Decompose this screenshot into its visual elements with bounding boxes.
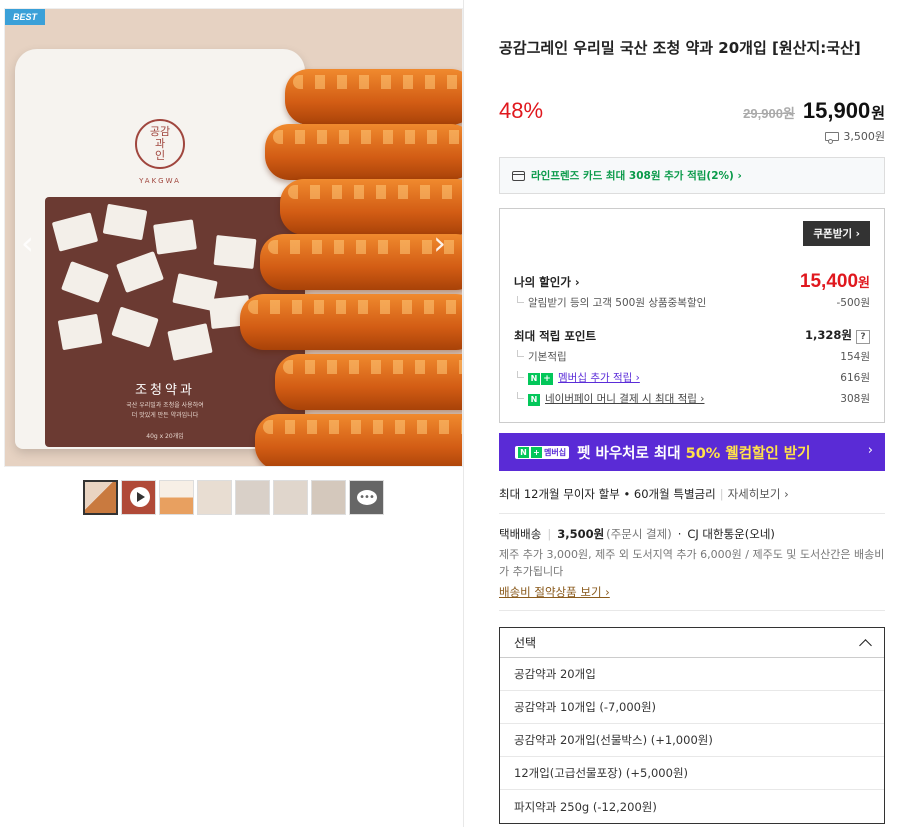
benefit-box: 쿠폰받기 › 나의 할인가 › 15,400원 알림받기 등의 고객 500원 …	[499, 208, 885, 423]
alert-discount-value: -500원	[836, 297, 871, 309]
thumbnail-1[interactable]	[83, 480, 118, 515]
chevron-right-icon: ›	[867, 443, 873, 458]
divider	[499, 513, 885, 514]
shipping-fee-summary: 3,500원	[825, 128, 885, 144]
shipping-fee-text: 3,500원	[843, 130, 885, 143]
naver-n-icon: N	[528, 373, 540, 385]
option-select-header[interactable]: 선택	[500, 628, 884, 658]
promo-text-highlight: 50% 웰컴할인 받기	[685, 445, 811, 462]
option-item[interactable]: 공감약과 10개입 (-7,000원)	[500, 691, 884, 724]
membership-point-row: N + 멤버십 추가 적립 ›	[514, 370, 640, 385]
sale-price: 15,900원	[803, 98, 885, 124]
npay-point-link[interactable]: 네이버페이 머니 결제 시 최대 적립 ›	[545, 393, 704, 405]
option-item[interactable]: 공감약과 20개입	[500, 658, 884, 691]
price-block: 29,900원 15,900원	[743, 98, 885, 124]
max-point-label: 최대 적립 포인트	[514, 328, 597, 343]
membership-tag: N + 멤버십	[515, 445, 570, 459]
thumbnail-video[interactable]	[121, 480, 156, 515]
membership-tag-text: 멤버십	[544, 447, 567, 457]
pet-voucher-promo-banner[interactable]: N + 멤버십 펫 바우처로 최대 50% 웰컴할인 받기 ›	[499, 433, 885, 471]
promo-text-main: 펫 바우처로 최대	[577, 445, 686, 462]
yakgwa-cookie-stack-image	[235, 69, 462, 466]
thumbnail-7[interactable]	[311, 480, 346, 515]
thumbnail-strip: •••	[83, 480, 384, 515]
credit-card-icon	[512, 170, 525, 181]
shipping-fee: 3,500원	[557, 527, 605, 541]
sale-price-unit: 원	[871, 105, 885, 122]
alert-discount-label: 알림받기 등의 고객 500원 상품중복할인	[514, 295, 706, 310]
sale-price-number: 15,900	[802, 98, 871, 123]
membership-point-link[interactable]: 멤버십 추가 적립 ›	[558, 372, 640, 384]
my-price-link[interactable]: 나의 할인가 ›	[514, 274, 580, 290]
option-item[interactable]: 공감약과 20개입(선물박스) (+1,000원)	[500, 724, 884, 757]
product-main-image[interactable]: BEST 공감 과 인 YAKGWA 조청약과 국산 우리밀과 조청을 사용하여…	[4, 8, 463, 467]
chat-more-icon: •••	[356, 490, 377, 505]
npay-point-value: 308원	[840, 393, 870, 405]
chevron-left-icon[interactable]: ‹	[21, 224, 34, 262]
membership-point-value: 616원	[840, 372, 870, 384]
original-price: 29,900원	[743, 106, 795, 121]
truck-icon	[825, 131, 840, 144]
installment-info: 최대 12개월 무이자 할부 • 60개월 특별금리 | 자세히보기 ›	[499, 487, 789, 501]
shipping-method: 택배배송	[499, 527, 542, 541]
option-select-label: 선택	[514, 636, 537, 650]
column-divider	[463, 0, 464, 827]
help-icon[interactable]: ?	[856, 330, 870, 344]
pouch-logo-text: 공감 과 인	[149, 124, 171, 163]
shipping-summary-line: 택배배송 | 3,500원 (주문시 결제) · CJ 대한통운(오네)	[499, 527, 775, 541]
basic-point-value: 154원	[840, 351, 870, 363]
divider	[499, 610, 885, 611]
thumbnail-6[interactable]	[273, 480, 308, 515]
thumbnail-5[interactable]	[235, 480, 270, 515]
best-badge: BEST	[5, 9, 46, 25]
plus-icon: +	[541, 373, 553, 385]
option-item[interactable]: 12개입(고급선물포장) (+5,000원)	[500, 757, 884, 790]
thumbnail-more[interactable]: •••	[349, 480, 384, 515]
option-item[interactable]: 파지약과 250g (-12,200원)	[500, 790, 884, 823]
shipping-info: 택배배송 | 3,500원 (주문시 결제) · CJ 대한통운(오네) 제주 추…	[499, 526, 885, 600]
coupon-button[interactable]: 쿠폰받기 ›	[803, 221, 870, 246]
shipping-carrier: CJ 대한통운(오네)	[687, 527, 775, 541]
play-icon	[130, 487, 150, 507]
my-price: 15,400원	[800, 271, 870, 293]
plus-icon: +	[531, 446, 542, 458]
my-price-unit: 원	[858, 275, 870, 290]
promo-text: 펫 바우처로 최대 50% 웰컴할인 받기	[577, 442, 810, 463]
discount-rate: 48%	[499, 98, 544, 123]
naver-n-icon: N	[518, 446, 529, 458]
npay-point-row: N 네이버페이 머니 결제 시 최대 적립 ›	[514, 391, 704, 406]
shipping-saving-link[interactable]: 배송비 절약상품 보기 ›	[499, 584, 610, 600]
shipping-description: 제주 추가 3,000원, 제주 외 도서지역 추가 6,000원 / 제주도 …	[499, 548, 885, 578]
installment-text: 최대 12개월 무이자 할부 • 60개월 특별금리	[499, 487, 716, 501]
chevron-up-icon	[859, 638, 872, 652]
max-point-number: 1,328원	[805, 328, 852, 342]
naverpay-icon: N	[528, 394, 540, 406]
card-benefit-text: 라인프렌즈 카드 최대 308원 추가 적립(2%) ›	[531, 170, 742, 182]
max-point-value: 1,328원?	[805, 327, 870, 344]
card-benefit-banner[interactable]: 라인프렌즈 카드 최대 308원 추가 적립(2%) ›	[499, 157, 885, 194]
pouch-brand-text: YAKGWA	[139, 177, 181, 185]
installment-detail-link[interactable]: 자세히보기 ›	[728, 487, 789, 501]
my-price-number: 15,400	[799, 271, 859, 292]
product-title: 공감그레인 우리밀 국산 조청 약과 20개입 [원산지:국산]	[499, 39, 861, 57]
basic-point-label: 기본적립	[514, 349, 567, 364]
option-select[interactable]: 선택 공감약과 20개입 공감약과 10개입 (-7,000원) 공감약과 20…	[499, 627, 885, 824]
thumbnail-3[interactable]	[159, 480, 194, 515]
brand-logo-icon: 공감 과 인	[135, 119, 185, 169]
chevron-right-icon[interactable]: ›	[433, 224, 446, 262]
thumbnail-4[interactable]	[197, 480, 232, 515]
shipping-fee-note: (주문시 결제)	[606, 527, 672, 541]
